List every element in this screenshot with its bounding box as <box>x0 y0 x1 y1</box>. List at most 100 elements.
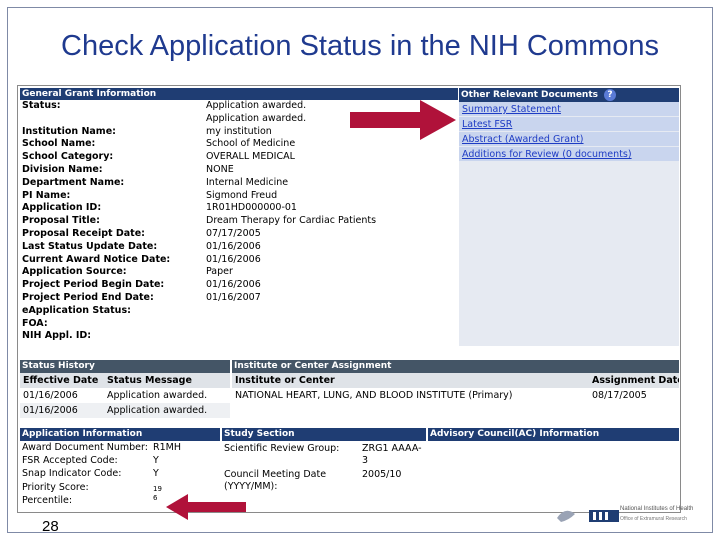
application-information-header: Application Information <box>20 428 220 441</box>
field-label: School Name: <box>22 138 96 150</box>
table-cell: Application awarded. <box>107 405 208 416</box>
field-label: Status: <box>22 100 61 111</box>
field-value <box>206 318 458 331</box>
additions-for-review-link[interactable]: Additions for Review (0 documents) <box>459 147 679 162</box>
other-relevant-documents: Other Relevant Documents ? Summary State… <box>459 88 679 346</box>
latest-fsr-link[interactable]: Latest FSR <box>459 117 679 132</box>
field-value: NONE <box>206 163 234 175</box>
field-value: 07/17/2005 <box>206 227 261 239</box>
pointer-arrow-summary <box>350 100 456 140</box>
fsr-accepted-code: FSR Accepted Code: Y <box>20 454 220 467</box>
abstract-link[interactable]: Abstract (Awarded Grant) <box>459 132 679 147</box>
field-label: School Category: <box>22 151 114 163</box>
slide-title: Check Application Status in the NIH Comm… <box>61 30 659 62</box>
logo-line-1: National Institutes of Health <box>620 506 694 512</box>
info-row: PI Name: Sigmond Freud <box>20 190 458 203</box>
field-label: Proposal Receipt Date: <box>22 227 145 239</box>
pointer-arrow-score <box>166 494 246 520</box>
table-cell: 01/16/2006 <box>23 405 78 416</box>
status-history-header: Status History <box>20 360 230 373</box>
field-label: Project Period Begin Date: <box>22 279 165 291</box>
col-assignment-date: Assignment Date <box>592 375 679 386</box>
field-label: FSR Accepted Code: <box>22 455 118 467</box>
field-value: 1R01HD000000-01 <box>206 202 297 214</box>
field-value: 19 <box>153 484 162 493</box>
field-label: Priority Score: <box>22 481 89 493</box>
field-label: Institution Name: <box>22 125 116 137</box>
field-label: Application ID: <box>22 202 102 214</box>
field-label: Council Meeting Date (YYYY/MM): <box>224 469 327 492</box>
nih-logo <box>557 510 619 522</box>
info-row: Project Period End Date: 01/16/2007 <box>20 292 458 305</box>
summary-statement-link[interactable]: Summary Statement <box>459 102 679 117</box>
field-label: Last Status Update Date: <box>22 240 158 252</box>
priority-score: Priority Score: 19 <box>20 481 220 494</box>
snap-indicator-code: Snap Indicator Code: Y <box>20 467 220 480</box>
help-icon[interactable]: ? <box>604 89 616 101</box>
field-value: ZRG1 AAAA-3 <box>362 443 422 466</box>
field-label: PI Name: <box>22 189 71 201</box>
info-row: Proposal Receipt Date: 07/17/2005 <box>20 228 458 241</box>
other-documents-title: Other Relevant Documents <box>461 90 598 100</box>
award-document-number: Award Document Number: R1MH <box>20 441 220 454</box>
field-value: Sigmond Freud <box>206 189 278 201</box>
info-row: Current Award Notice Date: 01/16/2006 <box>20 254 458 267</box>
study-section: Study Section Scientific Review Group: Z… <box>222 428 426 512</box>
info-row: Department Name: Internal Medicine <box>20 177 458 190</box>
scientific-review-group: Scientific Review Group: ZRG1 AAAA-3 <box>222 441 426 467</box>
field-value: 01/16/2006 <box>206 279 261 291</box>
status-history: Status History Effective Date Status Mes… <box>20 360 230 426</box>
info-row: Application ID: 1R01HD000000-01 <box>20 202 458 215</box>
field-value: Paper <box>206 266 233 278</box>
table-row: 01/16/2006 Application awarded. <box>20 388 230 403</box>
institute-assignment: Institute or Center Assignment Institute… <box>232 360 679 426</box>
study-section-header: Study Section <box>222 428 426 441</box>
field-value <box>206 330 458 343</box>
info-row: Project Period Begin Date: 01/16/2006 <box>20 279 458 292</box>
field-label: Division Name: <box>22 163 103 175</box>
field-value: School of Medicine <box>206 138 296 150</box>
info-row: School Category: OVERALL MEDICAL <box>20 151 458 164</box>
col-effective-date: Effective Date <box>23 375 99 386</box>
table-cell: 01/16/2006 <box>23 390 78 401</box>
table-row: NATIONAL HEART, LUNG, AND BLOOD INSTITUT… <box>232 388 679 403</box>
field-label: Department Name: <box>22 176 125 188</box>
info-row: Division Name: NONE <box>20 164 458 177</box>
field-label: Current Award Notice Date: <box>22 253 171 265</box>
field-value: 01/16/2006 <box>206 253 261 265</box>
field-label: Award Document Number: <box>22 442 148 453</box>
logo-line-2: Office of Extramural Research <box>620 516 687 522</box>
field-label: FOA: <box>22 317 48 329</box>
field-label: Scientific Review Group: <box>224 443 340 454</box>
field-label: eApplication Status: <box>22 304 131 316</box>
info-row: Proposal Title: Dream Therapy for Cardiac… <box>20 215 458 228</box>
info-row: School Name: School of Medicine <box>20 138 458 151</box>
info-row: Last Status Update Date: 01/16/2006 <box>20 241 458 254</box>
info-row: Application Source: Paper <box>20 266 458 279</box>
field-value <box>206 305 458 318</box>
institute-assignment-header: Institute or Center Assignment <box>232 360 679 373</box>
field-value: 01/16/2006 <box>206 240 261 252</box>
field-label: Snap Indicator Code: <box>22 468 122 480</box>
field-label: Project Period End Date: <box>22 291 154 303</box>
field-label: Proposal Title: <box>22 215 100 227</box>
field-value: OVERALL MEDICAL <box>206 151 295 163</box>
institute-assignment-columns: Institute or Center Assignment Date <box>232 373 679 388</box>
council-meeting-date: Council Meeting Date (YYYY/MM): 2005/10 <box>222 467 426 493</box>
commons-screenshot: General Grant Information Status: Applica… <box>17 85 681 513</box>
col-status-message: Status Message <box>107 375 192 386</box>
advisory-council-header: Advisory Council(AC) Information <box>428 428 679 441</box>
document-links: Summary Statement Latest FSR Abstract (Awa… <box>459 102 679 162</box>
field-value: R1MH <box>153 442 181 453</box>
info-row: FOA: <box>20 318 458 331</box>
field-value: Y <box>153 455 159 467</box>
info-row: NIH Appl. ID: <box>20 330 458 343</box>
table-cell: NATIONAL HEART, LUNG, AND BLOOD INSTITUT… <box>235 390 513 401</box>
general-grant-info-header: General Grant Information <box>20 88 458 100</box>
col-institute: Institute or Center <box>235 375 335 386</box>
table-cell: 08/17/2005 <box>592 390 647 401</box>
info-row: eApplication Status: <box>20 305 458 318</box>
page-number: 28 <box>42 518 59 535</box>
field-value: Y <box>153 468 159 480</box>
field-value: Internal Medicine <box>206 176 289 188</box>
